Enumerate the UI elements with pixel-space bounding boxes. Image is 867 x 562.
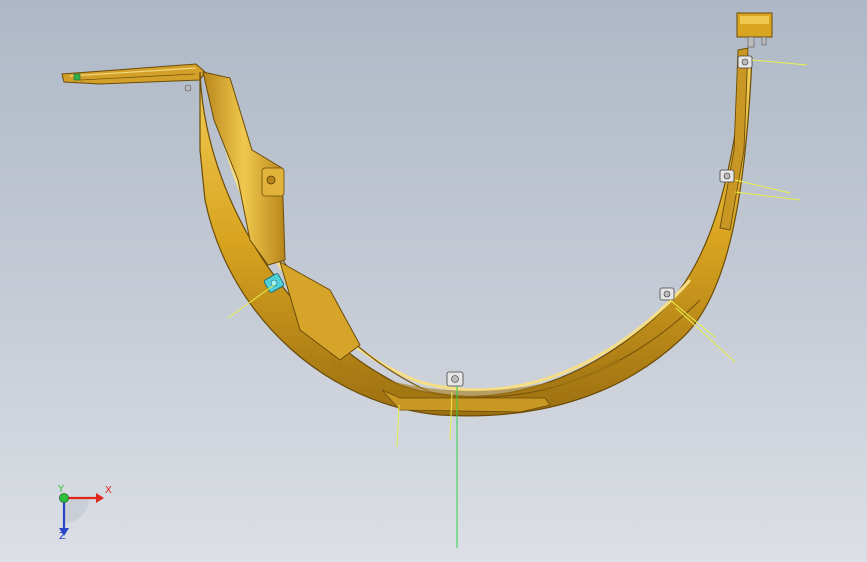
z-axis-label: Z — [59, 531, 66, 542]
clip-fastener-right-mid[interactable] — [719, 169, 735, 183]
cad-viewport[interactable]: X Y Z — [0, 0, 867, 562]
clip-fastener-bottom[interactable] — [446, 371, 464, 387]
fastener-icon — [184, 84, 192, 92]
green-terminal-icon — [73, 73, 81, 81]
coordinate-triad: X Y Z — [44, 478, 124, 548]
model-scene[interactable] — [0, 0, 867, 562]
triad-icon — [59, 493, 104, 536]
x-axis-label: X — [105, 485, 112, 496]
clip-fastener-top-right[interactable] — [737, 55, 753, 69]
clip-fastener-right-lower[interactable] — [659, 287, 675, 301]
left-harness-branch[interactable] — [61, 63, 206, 92]
y-axis-label: Y — [58, 484, 65, 495]
